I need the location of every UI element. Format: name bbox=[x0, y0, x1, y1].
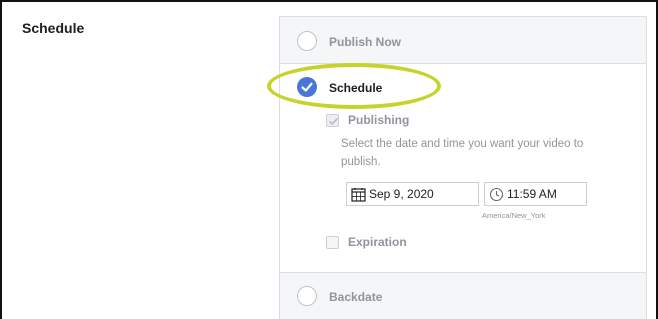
option-publish-now[interactable]: Publish Now bbox=[280, 17, 646, 64]
clock-icon bbox=[489, 187, 504, 205]
publishing-checkbox[interactable] bbox=[326, 114, 339, 127]
backdate-label: Backdate bbox=[329, 290, 383, 304]
backdate-radio[interactable] bbox=[297, 286, 317, 306]
date-value: Sep 9, 2020 bbox=[369, 187, 434, 201]
publishing-help-text: Select the date and time you want your v… bbox=[341, 138, 584, 168]
publishing-label: Publishing bbox=[348, 113, 410, 127]
date-field[interactable]: Sep 9, 2020 bbox=[346, 182, 479, 206]
schedule-label: Schedule bbox=[329, 81, 383, 95]
time-field[interactable]: 11:59 AM bbox=[484, 182, 587, 206]
time-value: 11:59 AM bbox=[507, 187, 557, 201]
timezone-label: America/New_York bbox=[482, 211, 546, 220]
expiration-checkbox[interactable] bbox=[326, 236, 339, 249]
checkmark-circle-icon[interactable] bbox=[297, 77, 317, 97]
calendar-icon bbox=[351, 187, 366, 205]
option-backdate[interactable]: Backdate bbox=[280, 272, 646, 319]
publish-now-radio[interactable] bbox=[297, 31, 317, 51]
expiration-label: Expiration bbox=[348, 235, 407, 249]
publish-now-label: Publish Now bbox=[329, 35, 401, 49]
section-label: Schedule bbox=[22, 20, 85, 36]
